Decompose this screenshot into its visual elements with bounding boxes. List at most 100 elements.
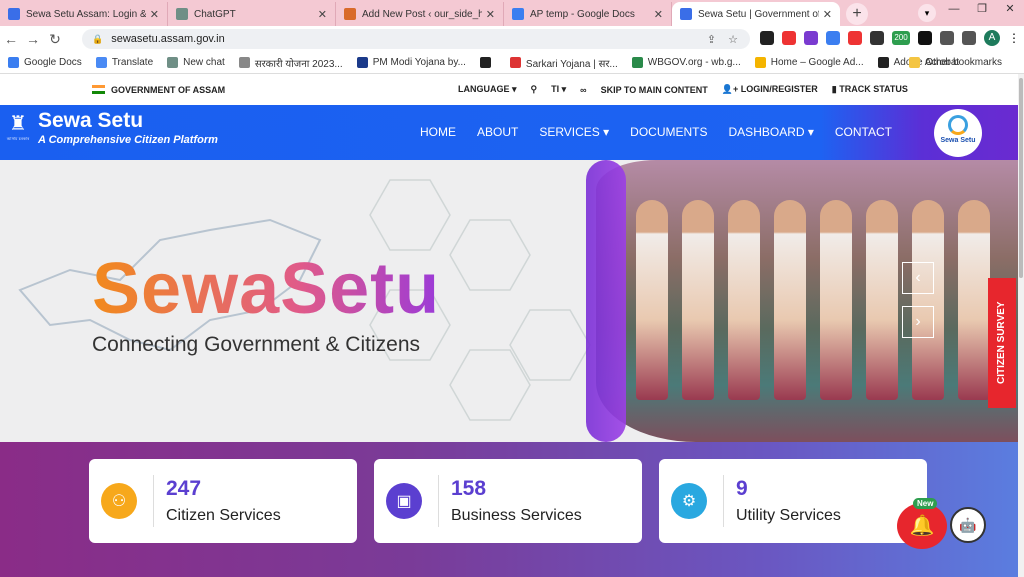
sewa-setu-logo[interactable]: Sewa Setu [934, 109, 982, 157]
bookmark-item[interactable]: Home – Google Ad... [754, 57, 864, 68]
extension-icon[interactable] [782, 31, 796, 45]
bookmark-item[interactable]: सरकारी योजना 2023... [238, 56, 343, 70]
sidepanel-icon[interactable] [962, 31, 976, 45]
contrast-icon[interactable]: ∞ [580, 85, 586, 95]
globe-icon [479, 57, 491, 68]
bookmark-label: PM Modi Yojana by... [372, 57, 466, 68]
person-figure [774, 200, 806, 400]
close-icon[interactable]: ✕ [318, 8, 327, 21]
tab-favicon-icon [8, 8, 20, 20]
bookmark-item[interactable] [479, 57, 496, 68]
other-bookmarks[interactable]: Other bookmarks [909, 57, 1002, 68]
extension-icon[interactable] [918, 31, 932, 45]
text-size-dropdown[interactable]: TI ▾ [551, 84, 566, 95]
close-icon[interactable]: ✕ [150, 8, 159, 21]
tab-favicon-icon [680, 8, 692, 20]
back-icon[interactable]: ← [0, 31, 22, 47]
extension-icon[interactable] [848, 31, 862, 45]
track-status-link[interactable]: ▮ TRACK STATUS [832, 84, 908, 95]
reload-icon[interactable]: ↻ [44, 31, 66, 48]
bookmark-label: Google Docs [24, 57, 82, 68]
share-icon[interactable]: ⇪ [707, 33, 716, 46]
person-figure [820, 200, 852, 400]
minimize-button[interactable]: — [940, 0, 968, 18]
carousel-prev-button[interactable]: ‹ [902, 262, 934, 294]
browser-tab[interactable]: Add New Post ‹ our_side_hust ✕ [336, 2, 504, 26]
close-icon[interactable]: ✕ [486, 8, 495, 21]
nav-services[interactable]: SERVICES ▾ [539, 125, 609, 139]
chatbot-button[interactable]: 🤖 [950, 507, 986, 543]
card-divider [438, 475, 439, 527]
close-icon[interactable]: ✕ [654, 8, 663, 21]
extension-badge[interactable]: 200 [892, 31, 910, 45]
stat-card-business[interactable]: ▣ 158 Business Services [374, 459, 642, 543]
login-register-link[interactable]: 👤+ LOGIN/REGISTER [722, 84, 818, 95]
robot-icon: 🤖 [959, 517, 977, 533]
url-text: sewasetu.assam.gov.in [111, 33, 225, 45]
bookmark-item[interactable]: Translate [95, 57, 153, 68]
chatgpt-icon [167, 57, 179, 68]
gov-label: GOVERNMENT OF ASSAM [92, 85, 225, 95]
bookmark-label: सरकारी योजना 2023... [254, 58, 343, 70]
stats-section: ⚇ 247 Citizen Services ▣ 158 Business Serv… [0, 442, 1024, 577]
tab-favicon-icon [344, 8, 356, 20]
notification-bell-button[interactable]: 🔔 [897, 503, 947, 549]
browser-tab[interactable]: Sewa Setu Assam: Login & Re ✕ [0, 2, 168, 26]
close-window-button[interactable]: ✕ [996, 0, 1024, 18]
folder-icon [909, 57, 921, 68]
nav-documents[interactable]: DOCUMENTS [630, 125, 707, 139]
person-figure [682, 200, 714, 400]
extension-icon[interactable] [760, 31, 774, 45]
profile-avatar[interactable]: A [984, 30, 1000, 46]
bookmark-item[interactable]: Sarkari Yojana | सर... [509, 56, 618, 70]
browser-tab[interactable]: AP temp - Google Docs ✕ [504, 2, 672, 26]
tab-title: Sewa Setu | Government of As [698, 8, 819, 20]
stat-card-utility[interactable]: ⚙ 9 Utility Services [659, 459, 927, 543]
nav-dashboard[interactable]: DASHBOARD ▾ [729, 125, 814, 139]
bookmark-item[interactable]: Google Docs [8, 57, 82, 68]
tab-search-button[interactable]: ▾ [918, 4, 936, 22]
bookmark-star-icon[interactable]: ☆ [728, 33, 738, 46]
url-input[interactable]: 🔒 sewasetu.assam.gov.in ⇪ ☆ [82, 29, 750, 49]
browser-tab[interactable]: ChatGPT ✕ [168, 2, 336, 26]
nav-about[interactable]: ABOUT [477, 125, 518, 139]
nav-home[interactable]: HOME [420, 125, 456, 139]
maximize-button[interactable]: ❐ [968, 0, 996, 18]
sitemap-icon[interactable]: ⚲ [531, 84, 538, 95]
briefcase-icon: ▣ [386, 483, 422, 519]
window-controls: — ❐ ✕ [940, 0, 1024, 18]
extensions-puzzle-icon[interactable] [940, 31, 954, 45]
stat-card-citizen[interactable]: ⚇ 247 Citizen Services [89, 459, 357, 543]
hero-banner: SewaSetu Connecting Government & Citizen… [0, 160, 1024, 442]
site-icon [509, 57, 521, 68]
track-label: TRACK STATUS [839, 84, 908, 94]
women-group-photo [586, 160, 1024, 442]
browser-tab-active[interactable]: Sewa Setu | Government of As ✕ [672, 2, 840, 26]
extension-icon[interactable] [826, 31, 840, 45]
citizen-network-icon: ⚇ [101, 483, 137, 519]
menu-kebab-icon[interactable]: ⋮ [1008, 31, 1020, 45]
carousel-next-button[interactable]: › [902, 306, 934, 338]
close-icon[interactable]: ✕ [823, 8, 832, 21]
bookmark-item[interactable]: New chat [167, 57, 225, 68]
skip-to-main-link[interactable]: SKIP TO MAIN CONTENT [601, 85, 708, 95]
page-scrollbar[interactable] [1018, 74, 1024, 577]
language-dropdown[interactable]: LANGUAGE ▾ [458, 84, 517, 95]
new-tab-button[interactable]: + [846, 3, 868, 25]
bookmark-item[interactable]: WBGOV.org - wb.g... [631, 57, 741, 68]
citizen-survey-tab[interactable]: CITIZEN SURVEY [988, 278, 1016, 408]
bookmark-label: Home – Google Ad... [770, 57, 864, 68]
bookmark-item[interactable]: PM Modi Yojana by... [356, 57, 466, 68]
scrollbar-thumb[interactable] [1019, 78, 1023, 278]
extension-icon[interactable] [804, 31, 818, 45]
brand[interactable]: Sewa Setu A Comprehensive Citizen Platfo… [38, 109, 218, 146]
nav-contact[interactable]: CONTACT [835, 125, 892, 139]
forward-icon[interactable]: → [22, 31, 44, 47]
extension-icon[interactable] [870, 31, 884, 45]
person-figure [636, 200, 668, 400]
main-menu: HOME ABOUT SERVICES ▾ DOCUMENTS DASHBOAR… [420, 125, 892, 139]
user-plus-icon: 👤+ [721, 84, 741, 94]
lock-icon[interactable]: 🔒 [92, 34, 103, 45]
globe-icon [877, 57, 889, 68]
stat-label: Citizen Services [166, 507, 281, 524]
